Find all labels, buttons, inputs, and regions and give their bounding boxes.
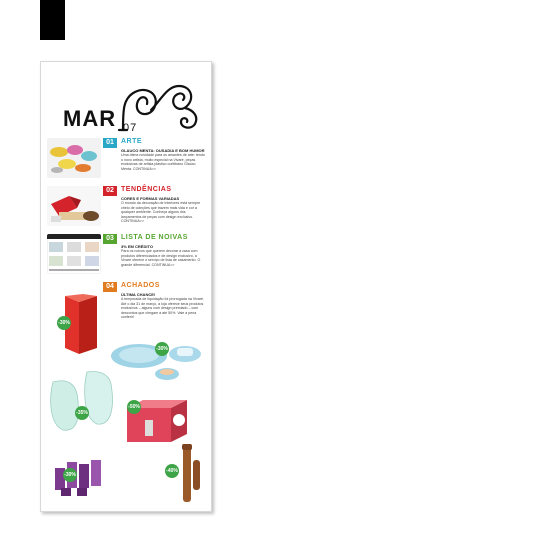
section-number-badge: 02 [103,186,117,196]
arte-thumbnail[interactable] [47,138,101,178]
discount-badge: -50% [127,400,141,414]
black-block [40,0,65,40]
section-number-badge: 01 [103,138,117,148]
purple-glasses-image[interactable] [51,454,107,498]
month-title: MAR [63,106,117,131]
section-body: O mundo da decoração de interiores está … [121,201,201,224]
section-title[interactable]: ACHADOS [121,282,160,289]
discount-badge: -35% [75,406,89,420]
section-lista-de-noivas[interactable]: 03 LISTA DE NOIVAS 3% EM CRÉDITO Para os… [47,234,205,276]
section-title[interactable]: TENDÊNCIAS [121,186,172,193]
tendencias-thumbnail[interactable] [47,186,101,226]
discount-badge: -30% [155,342,169,356]
section-body: Uma ótima novidade para os amantes de ar… [121,153,205,171]
newsletter-panel: MAR 07 01 ARTE GLAUCO MENTA: OUSADIA E B… [40,61,212,512]
discount-badge: -30% [63,468,77,482]
section-number-badge: 04 [103,282,117,292]
section-number-badge: 03 [103,234,117,244]
issue-number: 07 [123,122,138,134]
newsletter-header: MAR 07 [63,80,203,140]
section-tendencias[interactable]: 02 TENDÊNCIAS CORES E FORMAS VARIADAS O … [47,186,205,228]
discount-badge: -40% [165,464,179,478]
glass-vases-image[interactable] [47,368,117,434]
lista-noivas-thumbnail[interactable] [47,234,101,274]
section-arte[interactable]: 01 ARTE GLAUCO MENTA: OUSADIA E BOM HUMO… [47,138,205,180]
section-title[interactable]: ARTE [121,138,142,145]
section-body: A temporada de liquidação foi prorrogada… [121,297,205,320]
section-body: Para os noivos que querem decorar a casa… [121,249,201,267]
section-title[interactable]: LISTA DE NOIVAS [121,234,188,241]
discount-badge: -30% [57,316,71,330]
